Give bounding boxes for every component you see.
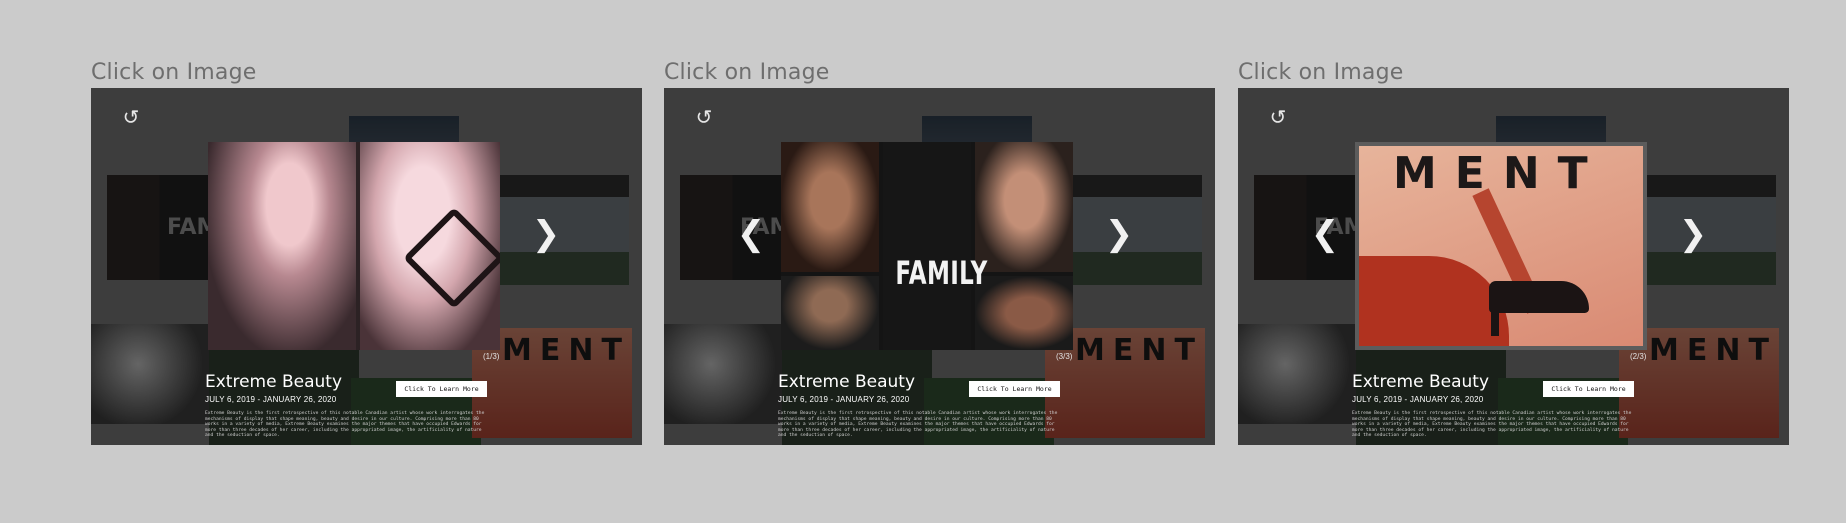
poster-title-text: MENT <box>1393 148 1606 199</box>
gallery-panel-2: Click on Image FAMIL MENT ↺ FAMILY ❮ ❯ (… <box>664 58 1215 445</box>
panel-label: Click on Image <box>91 60 257 85</box>
chevron-right-icon[interactable]: ❯ <box>1678 214 1708 254</box>
lightbox-viewer: FAMIL MENT ↺ MENT ❮ ❯ (2/3) Extreme Beau… <box>1238 88 1789 445</box>
learn-more-button[interactable]: Click To Learn More <box>969 381 1060 397</box>
background-thumbnail[interactable] <box>1238 324 1356 424</box>
main-image[interactable]: FAMILY <box>781 142 1073 350</box>
background-thumbnail[interactable] <box>1646 175 1776 285</box>
panel-label: Click on Image <box>1238 60 1404 85</box>
learn-more-button[interactable]: Click To Learn More <box>396 381 487 397</box>
shoe-poster: MENT <box>1359 146 1643 346</box>
lightbox-viewer: FAMIL MENT ↺ FAMILY ❮ ❯ (3/3) Extreme Be… <box>664 88 1215 445</box>
main-image[interactable]: MENT <box>1355 142 1647 350</box>
undo-arrow-icon[interactable]: ↺ <box>119 106 143 130</box>
chevron-left-icon[interactable]: ❮ <box>1310 214 1340 254</box>
caption: Extreme Beauty JULY 6, 2019 - JANUARY 26… <box>205 366 495 439</box>
chevron-left-icon[interactable]: ❮ <box>736 214 766 254</box>
exhibition-description: Extreme Beauty is the first retrospectiv… <box>1352 411 1632 439</box>
portrait-left <box>208 142 356 350</box>
learn-more-button[interactable]: Click To Learn More <box>1543 381 1634 397</box>
exhibition-description: Extreme Beauty is the first retrospectiv… <box>778 411 1058 439</box>
background-thumbnail[interactable] <box>664 324 782 424</box>
portrait-tile <box>975 142 1073 272</box>
portrait-tile <box>781 142 879 272</box>
image-counter: (1/3) <box>483 352 500 361</box>
gallery-panel-1: Click on Image FAMIL MENT ↺ ❯ (1/3) Extr… <box>91 58 642 445</box>
lightbox-viewer: FAMIL MENT ↺ ❯ (1/3) Extreme Beauty JULY… <box>91 88 642 445</box>
chevron-right-icon[interactable]: ❯ <box>1104 214 1134 254</box>
portrait-tile <box>975 276 1073 350</box>
image-counter: (3/3) <box>1056 352 1073 361</box>
exhibition-description: Extreme Beauty is the first retrospectiv… <box>205 411 485 439</box>
panel-label: Click on Image <box>664 60 830 85</box>
background-thumbnail[interactable] <box>91 324 209 424</box>
poster-dress <box>1359 256 1509 346</box>
main-image[interactable] <box>208 142 500 350</box>
gallery-panel-3: Click on Image FAMIL MENT ↺ MENT ❮ ❯ (2/… <box>1238 58 1789 445</box>
caption: Extreme Beauty JULY 6, 2019 - JANUARY 26… <box>778 366 1068 439</box>
image-title-text: FAMILY <box>895 254 988 292</box>
poster-shoe <box>1489 281 1589 313</box>
background-thumbnail[interactable] <box>1072 175 1202 285</box>
background-thumbnail[interactable] <box>499 175 629 285</box>
undo-arrow-icon[interactable]: ↺ <box>1266 106 1290 130</box>
portrait-tile <box>781 276 879 350</box>
caption: Extreme Beauty JULY 6, 2019 - JANUARY 26… <box>1352 366 1642 439</box>
chevron-right-icon[interactable]: ❯ <box>531 214 561 254</box>
image-counter: (2/3) <box>1630 352 1647 361</box>
undo-arrow-icon[interactable]: ↺ <box>692 106 716 130</box>
title-tile <box>883 142 971 350</box>
